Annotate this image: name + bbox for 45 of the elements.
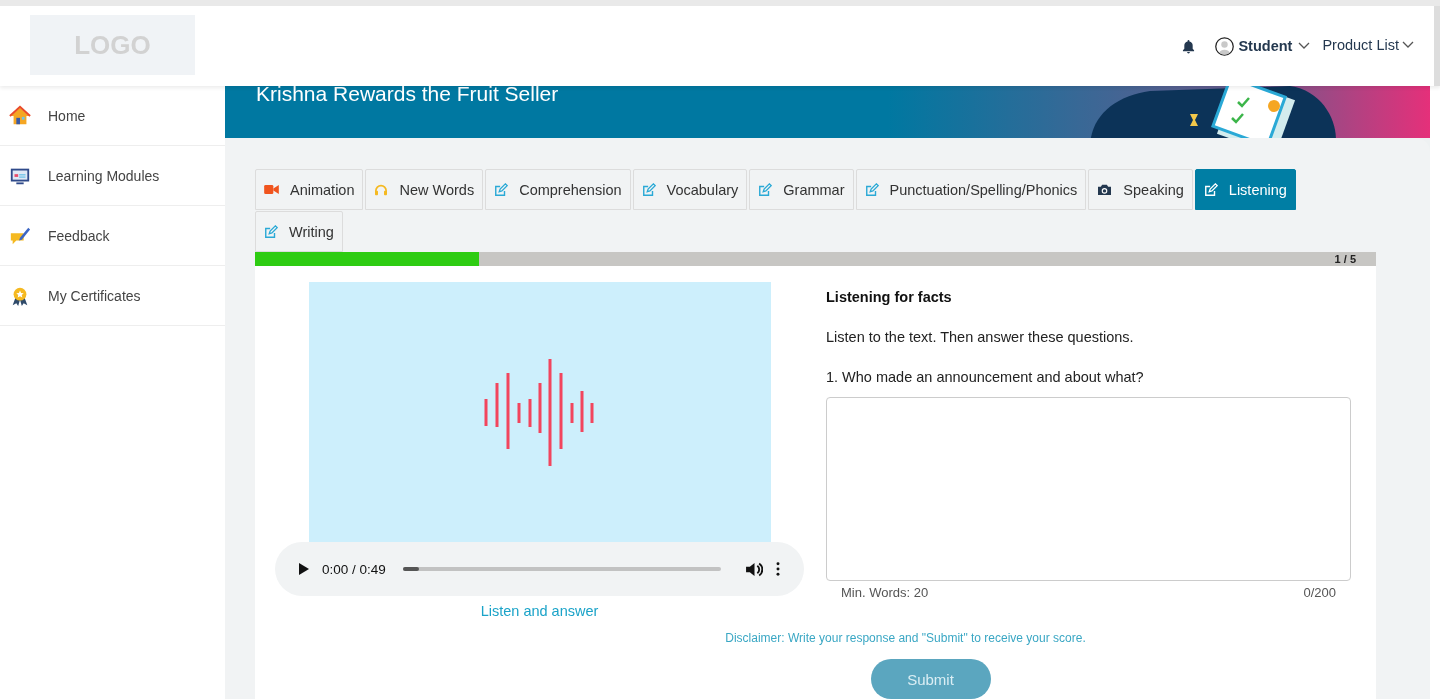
sidebar-label: Learning Modules <box>48 167 160 184</box>
chevron-down-icon <box>1402 41 1414 49</box>
sidebar-label: Feedback <box>48 227 110 244</box>
chevron-down-icon <box>1298 42 1311 50</box>
audio-time: 0:00 / 0:49 <box>322 561 386 577</box>
audio-caption: Listen and answer <box>480 603 599 619</box>
more-options-icon[interactable] <box>776 562 780 576</box>
tab[interactable]: Grammar <box>749 169 854 210</box>
tab[interactable]: Listening <box>1194 169 1296 210</box>
tab[interactable]: New Words <box>365 169 484 210</box>
sidebar-label: Home <box>48 107 86 124</box>
edit-icon <box>1203 182 1218 197</box>
edit-icon <box>758 182 773 197</box>
audio-seek-track[interactable] <box>402 567 721 571</box>
min-words-label: Min. Words: 20 <box>841 585 929 600</box>
video-camera-icon <box>264 184 279 195</box>
camera-icon <box>1097 183 1113 196</box>
edit-icon <box>641 182 656 197</box>
word-count: 0/200 <box>1303 585 1336 600</box>
tab[interactable]: Comprehension <box>485 169 631 210</box>
edit-icon <box>264 224 278 239</box>
instruction-text: Listen to the text. Then answer these questions. <box>826 328 1135 347</box>
sidebar-label: My Certificates <box>48 287 141 304</box>
question-text: 1. Who made an announcement and about what? <box>826 368 1145 387</box>
edit-icon <box>864 182 879 197</box>
disclaimer-text: Disclaimer: Write your response and "Submit" to receive your score. <box>255 619 1376 645</box>
lesson-title: Krishna Rewards the Fruit Seller <box>255 86 559 104</box>
tab[interactable]: Punctuation/Spelling/Phonics <box>855 169 1087 210</box>
answer-field[interactable] <box>826 397 1351 581</box>
play-icon[interactable] <box>299 563 309 575</box>
tab[interactable]: Animation <box>255 169 364 210</box>
question-heading: Listening for facts <box>826 288 953 307</box>
tab[interactable]: Speaking <box>1088 169 1193 210</box>
house-icon <box>9 104 31 127</box>
progress-label: 1 / 5 <box>1334 252 1356 266</box>
tab[interactable]: Vocabulary <box>632 169 748 210</box>
user-menu[interactable]: Student <box>1215 36 1311 56</box>
tab[interactable]: Writing <box>255 211 343 252</box>
bell-icon[interactable] <box>1182 38 1196 54</box>
headphones-icon <box>374 183 389 196</box>
sound-wave-icon <box>483 358 596 466</box>
volume-icon[interactable] <box>746 561 763 577</box>
avatar-icon <box>1215 36 1235 56</box>
edit-icon <box>494 182 509 197</box>
product-list-menu[interactable]: Product List <box>1322 37 1414 53</box>
